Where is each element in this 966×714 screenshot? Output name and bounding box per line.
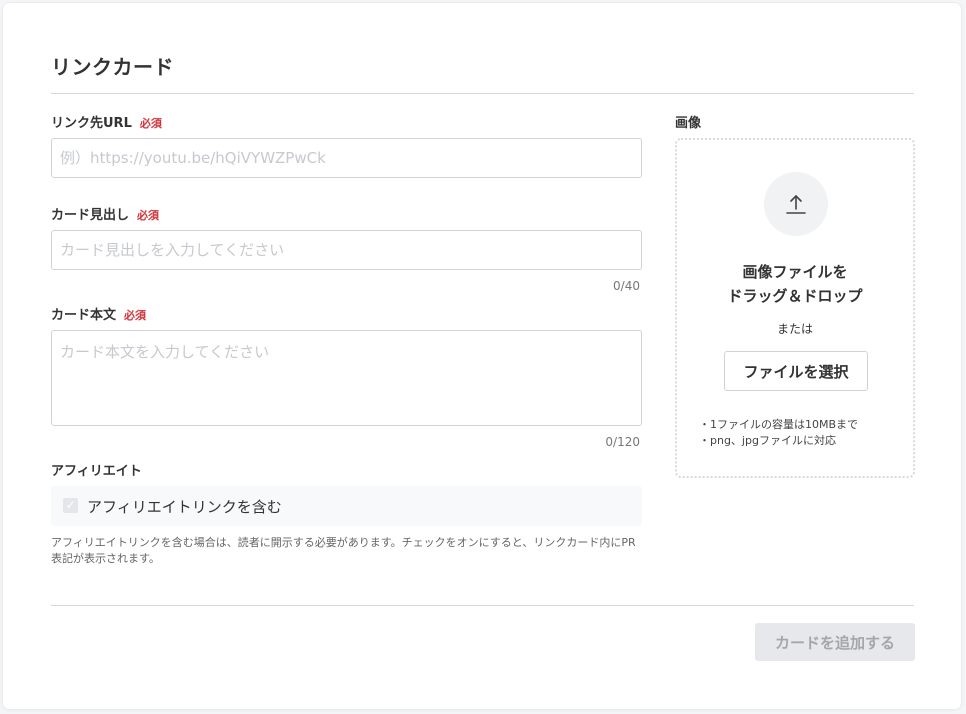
url-label: リンク先URL 必須 bbox=[51, 112, 162, 131]
dropzone-notes: 1ファイルの容量は10MBまで png、jpgファイルに対応 bbox=[699, 417, 858, 449]
heading-input[interactable] bbox=[51, 230, 642, 270]
heading-label-text: カード見出し bbox=[51, 208, 130, 223]
body-required-badge: 必須 bbox=[124, 309, 147, 322]
url-required-badge: 必須 bbox=[139, 117, 162, 130]
url-label-text: リンク先URL bbox=[51, 116, 132, 131]
affiliate-section-label: アフィリエイト bbox=[51, 464, 142, 479]
affiliate-checkbox-label[interactable]: アフィリエイトリンクを含む bbox=[87, 496, 282, 517]
dropzone-title-line1: 画像ファイルを bbox=[742, 263, 848, 281]
image-label: 画像 bbox=[675, 116, 702, 131]
heading-required-badge: 必須 bbox=[137, 209, 160, 222]
affiliate-checkbox[interactable]: ✓ bbox=[63, 498, 78, 513]
heading-label: カード見出し 必須 bbox=[51, 204, 159, 223]
body-label-text: カード本文 bbox=[51, 308, 117, 323]
url-input[interactable] bbox=[51, 138, 642, 178]
dropzone-or-text: または bbox=[776, 322, 813, 336]
page-title: リンクカード bbox=[51, 55, 174, 79]
body-textarea[interactable] bbox=[51, 330, 642, 426]
upload-arrow-icon bbox=[764, 172, 828, 236]
link-card-panel: リンクカード リンク先URL必須 カード見出し必須 0/40 カード本文必須 0… bbox=[3, 3, 961, 709]
title-divider bbox=[51, 93, 914, 94]
dropzone-title-line2: ドラッグ＆ドロップ bbox=[727, 287, 863, 305]
heading-counter: 0/40 bbox=[613, 279, 640, 293]
dropzone-note-format: png、jpgファイルに対応 bbox=[699, 433, 858, 449]
affiliate-checkbox-row[interactable]: ✓ アフィリエイトリンクを含む bbox=[51, 486, 642, 526]
select-file-button[interactable]: ファイルを選択 bbox=[724, 351, 868, 391]
dropzone-note-size: 1ファイルの容量は10MBまで bbox=[699, 417, 858, 433]
body-counter: 0/120 bbox=[605, 435, 640, 449]
affiliate-note: アフィリエイトリンクを含む場合は、読者に開示する必要があります。チェックをオンに… bbox=[51, 536, 636, 565]
body-label: カード本文 必須 bbox=[51, 304, 146, 323]
dropzone-title: 画像ファイルを ドラッグ＆ドロップ bbox=[677, 260, 913, 308]
add-card-button[interactable]: カードを追加する bbox=[755, 623, 915, 661]
footer-divider bbox=[51, 605, 914, 606]
image-dropzone[interactable]: 画像ファイルを ドラッグ＆ドロップ または ファイルを選択 1ファイルの容量は1… bbox=[675, 138, 915, 478]
